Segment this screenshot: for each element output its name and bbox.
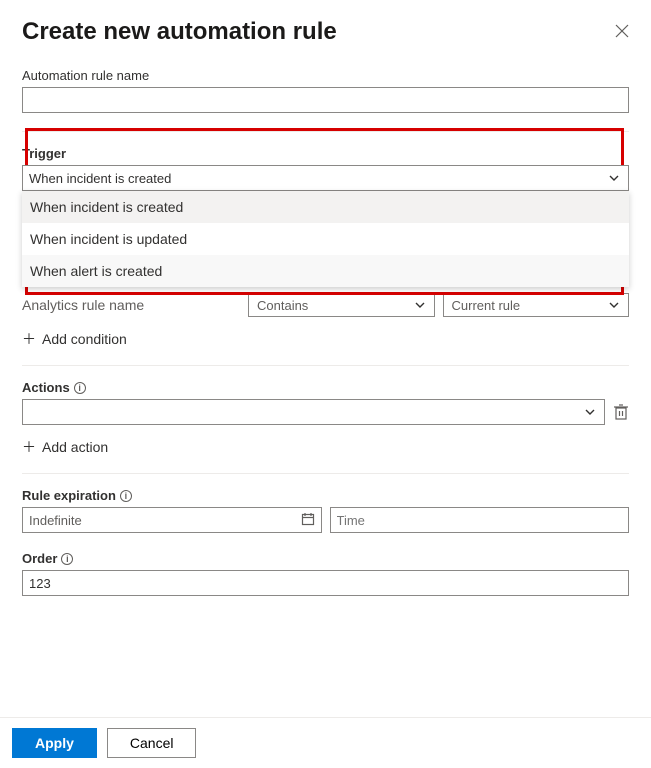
analytics-rule-label: Analytics rule name	[22, 297, 240, 313]
condition-value-dropdown[interactable]: Current rule	[443, 293, 630, 317]
trigger-selected: When incident is created	[29, 171, 171, 186]
plus-icon: ＋	[22, 440, 36, 454]
chevron-down-icon	[584, 406, 596, 418]
add-action-label: Add action	[42, 439, 108, 455]
trigger-option-updated[interactable]: When incident is updated	[22, 223, 629, 255]
chevron-down-icon	[608, 299, 620, 311]
condition-operator-value: Contains	[257, 298, 308, 313]
chevron-down-icon	[608, 172, 620, 184]
condition-value: Current rule	[452, 298, 521, 313]
cancel-button[interactable]: Cancel	[107, 728, 197, 758]
trigger-option-created[interactable]: When incident is created	[22, 191, 629, 223]
expiration-date-input[interactable]: Indefinite	[22, 507, 322, 533]
add-condition-button[interactable]: ＋ Add condition	[22, 331, 629, 347]
divider	[22, 131, 629, 132]
footer: Apply Cancel	[0, 717, 651, 768]
trigger-dropdown-list: When incident is created When incident i…	[22, 191, 629, 287]
rule-name-input[interactable]	[22, 87, 629, 113]
divider	[22, 365, 629, 366]
action-dropdown[interactable]	[22, 399, 605, 425]
trigger-dropdown[interactable]: When incident is created	[22, 165, 629, 191]
trigger-option-alert[interactable]: When alert is created	[22, 255, 629, 287]
expiration-time-input[interactable]	[330, 507, 630, 533]
delete-action-icon[interactable]	[613, 403, 629, 421]
divider	[22, 473, 629, 474]
actions-label: Actions i	[22, 380, 629, 395]
chevron-down-icon	[414, 299, 426, 311]
expiration-label: Rule expiration i	[22, 488, 629, 503]
order-label: Order i	[22, 551, 629, 566]
calendar-icon	[301, 512, 315, 529]
add-action-button[interactable]: ＋ Add action	[22, 439, 629, 455]
plus-icon: ＋	[22, 332, 36, 346]
rule-name-label: Automation rule name	[22, 68, 629, 83]
apply-button[interactable]: Apply	[12, 728, 97, 758]
close-icon[interactable]	[615, 24, 629, 38]
page-title: Create new automation rule	[22, 18, 337, 46]
trigger-label: Trigger	[22, 146, 629, 161]
order-input[interactable]	[22, 570, 629, 596]
info-icon: i	[74, 382, 86, 394]
add-condition-label: Add condition	[42, 331, 127, 347]
expiration-date-value: Indefinite	[29, 513, 82, 528]
info-icon: i	[61, 553, 73, 565]
condition-operator-dropdown[interactable]: Contains	[248, 293, 435, 317]
info-icon: i	[120, 490, 132, 502]
